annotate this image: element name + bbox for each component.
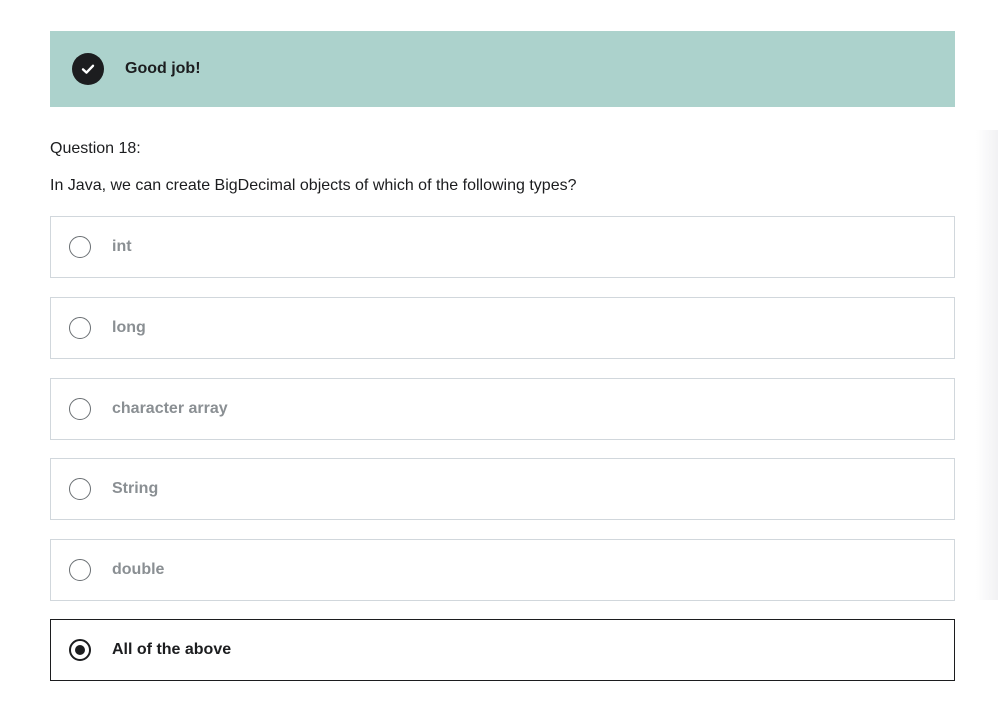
answer-option-long[interactable]: long — [50, 297, 955, 359]
answer-option-all-of-the-above[interactable]: All of the above — [50, 619, 955, 681]
radio-button[interactable] — [69, 317, 91, 339]
answer-option-character-array[interactable]: character array — [50, 378, 955, 440]
answer-label: character array — [112, 400, 228, 417]
answer-option-int[interactable]: int — [50, 216, 955, 278]
quiz-page: Good job! Question 18: In Java, we can c… — [0, 0, 998, 708]
answer-label: double — [112, 561, 165, 578]
feedback-banner: Good job! — [50, 31, 955, 107]
question-number: Question 18: — [50, 140, 141, 157]
radio-button[interactable] — [69, 398, 91, 420]
answer-label: long — [112, 319, 146, 336]
scroll-shadow — [976, 130, 998, 600]
radio-selected-dot — [75, 645, 85, 655]
radio-button[interactable] — [69, 559, 91, 581]
question-prompt: In Java, we can create BigDecimal object… — [50, 177, 577, 194]
answer-label: String — [112, 480, 159, 497]
radio-button[interactable] — [69, 478, 91, 500]
answer-option-double[interactable]: double — [50, 539, 955, 601]
answer-option-string[interactable]: String — [50, 458, 955, 520]
answer-label: All of the above — [112, 641, 232, 658]
radio-button-selected[interactable] — [69, 639, 91, 661]
answer-label: int — [112, 238, 132, 255]
feedback-message: Good job! — [125, 60, 201, 77]
radio-button[interactable] — [69, 236, 91, 258]
check-circle-icon — [72, 53, 104, 85]
